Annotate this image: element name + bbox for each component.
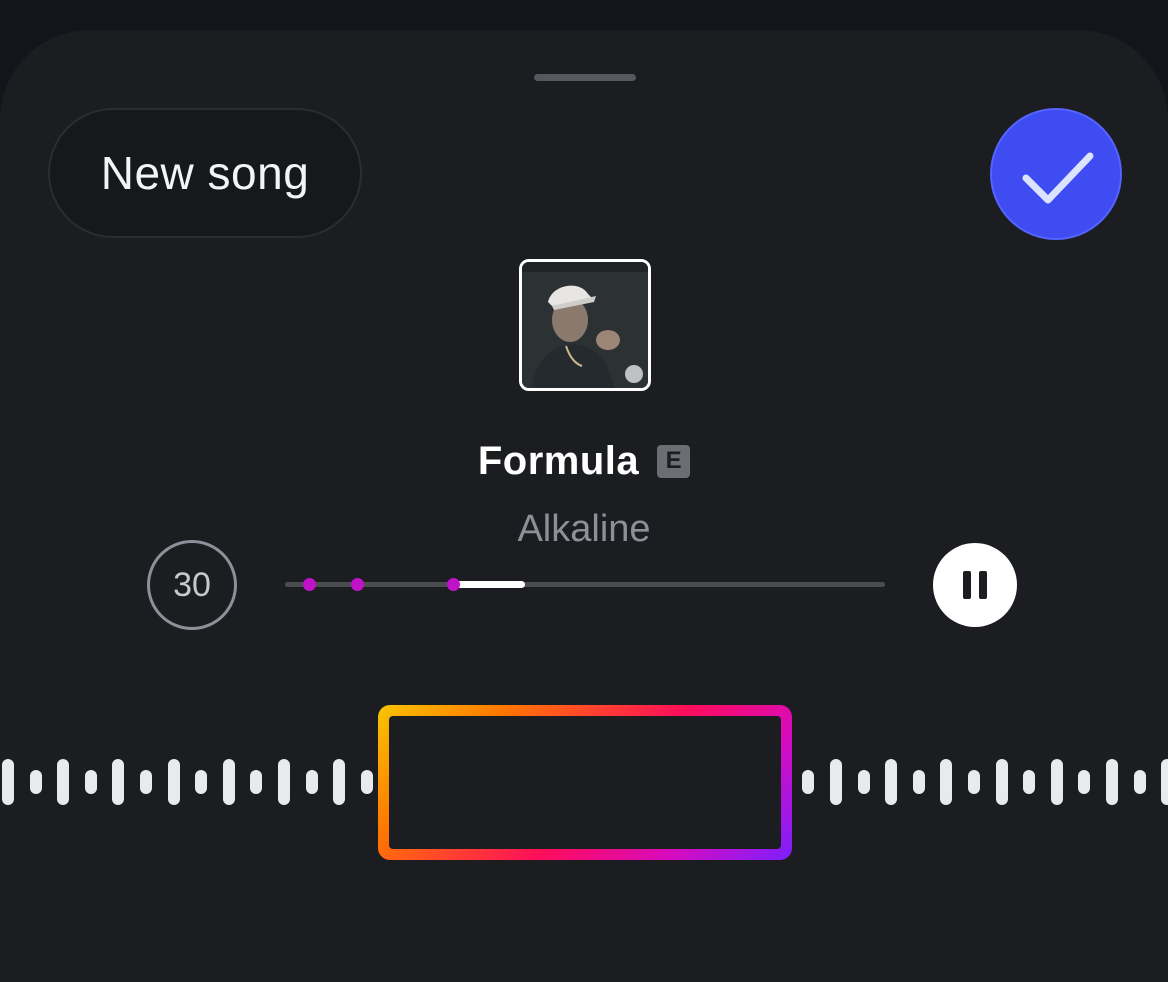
progress-fill — [453, 581, 525, 588]
track-title: Formula — [477, 438, 640, 483]
clip-marker — [303, 578, 316, 591]
new-song-button[interactable]: New song — [48, 108, 362, 238]
waveform-bar — [1050, 759, 1063, 805]
clip-selection-inner — [389, 716, 781, 849]
waveform-bar — [1023, 770, 1036, 794]
waveform-bar — [333, 759, 346, 805]
waveform-bar — [1078, 770, 1091, 794]
waveform-bar — [112, 759, 125, 805]
waveform-bar — [1106, 759, 1118, 805]
pause-button[interactable] — [933, 543, 1017, 627]
clip-marker — [447, 578, 460, 591]
waveform-bar — [940, 759, 953, 805]
waveform-bar — [995, 759, 1008, 805]
album-cover — [519, 259, 651, 391]
waveform-bar — [222, 759, 235, 805]
waveform-bar — [250, 770, 263, 794]
clip-marker — [351, 578, 364, 591]
clip-selection-window[interactable] — [378, 705, 792, 860]
album-art-image — [522, 262, 648, 388]
checkmark-icon — [1022, 152, 1094, 204]
waveform-bar — [278, 759, 290, 805]
waveform-bar — [140, 770, 152, 794]
waveform-bar — [57, 759, 70, 805]
waveform-bar — [305, 770, 318, 794]
waveform-bar — [830, 759, 842, 805]
waveform-bar — [195, 770, 208, 794]
waveform-bar — [1161, 759, 1168, 805]
explicit-badge: E — [657, 444, 691, 478]
confirm-button[interactable] — [990, 108, 1122, 240]
waveform-bar — [912, 770, 925, 794]
waveform-bar — [29, 770, 42, 794]
progress-track[interactable] — [285, 578, 885, 591]
waveform-bar — [857, 770, 870, 794]
waveform-bar — [360, 770, 373, 794]
waveform-bar — [885, 759, 898, 805]
waveform-bar — [2, 759, 14, 805]
drag-handle[interactable] — [534, 74, 636, 81]
waveform-bar — [1133, 770, 1146, 794]
waveform-bar — [84, 770, 97, 794]
clip-duration-button[interactable]: 30 — [147, 540, 237, 630]
waveform-bar — [968, 770, 980, 794]
track-title-row: Formula E — [0, 436, 1168, 486]
waveform-bar — [802, 770, 815, 794]
waveform-bar — [167, 759, 180, 805]
